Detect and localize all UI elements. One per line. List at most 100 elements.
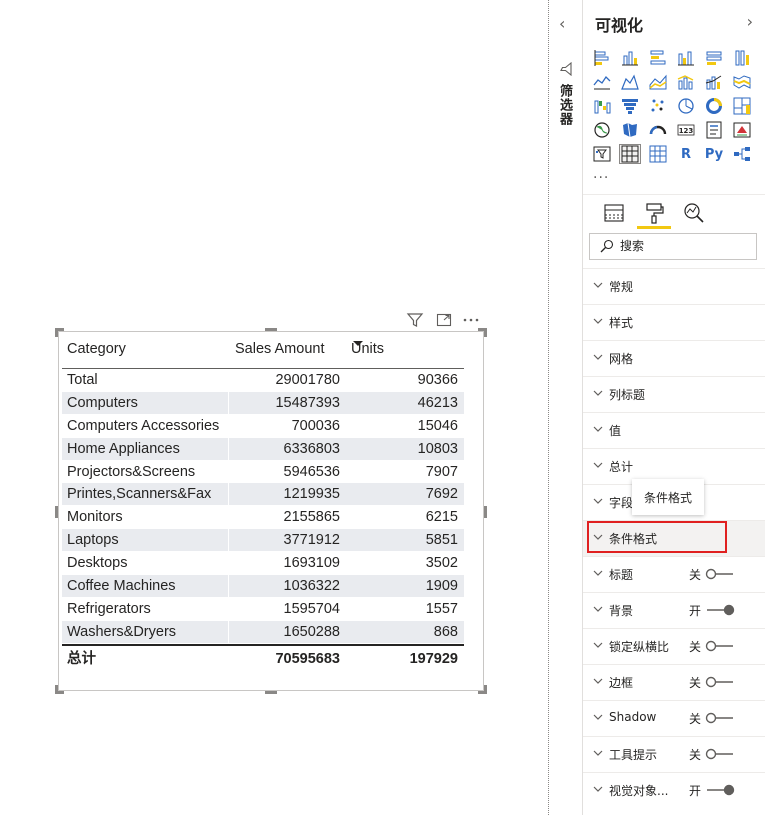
decomposition-tree-icon[interactable] xyxy=(731,144,753,164)
format-section[interactable]: 背景 开 xyxy=(583,592,765,628)
filter-icon[interactable] xyxy=(406,311,424,329)
search-input[interactable] xyxy=(620,237,750,255)
cell-sales-amount: 6336803 xyxy=(283,440,340,457)
table-row[interactable]: Computers Accessories 700036 15046 xyxy=(62,414,464,438)
funnel-chart-icon[interactable] xyxy=(619,96,641,116)
toggle-switch[interactable] xyxy=(705,782,735,798)
map-icon[interactable] xyxy=(591,120,613,140)
ribbon-chart-icon[interactable] xyxy=(731,72,753,92)
card-icon[interactable]: 123 xyxy=(675,120,697,140)
100-stacked-bar-chart-icon[interactable] xyxy=(703,48,725,68)
stacked-bar-chart-icon[interactable] xyxy=(591,48,613,68)
gauge-icon[interactable] xyxy=(647,120,669,140)
format-section[interactable]: 样式 xyxy=(583,304,765,340)
resize-handle[interactable] xyxy=(265,328,277,331)
table-row[interactable]: Printes,Scanners&Fax 1219935 7692 xyxy=(62,483,464,507)
line-chart-icon[interactable] xyxy=(591,72,613,92)
clustered-bar-chart-icon[interactable] xyxy=(647,48,669,68)
format-section[interactable]: 常规 xyxy=(583,268,765,304)
more-options-icon[interactable] xyxy=(462,311,480,329)
100-stacked-column-chart-icon[interactable] xyxy=(731,48,753,68)
table-row[interactable]: Coffee Machines 1036322 1909 xyxy=(62,575,464,598)
table-row[interactable]: Monitors 2155865 6215 xyxy=(62,506,464,530)
toggle-switch[interactable] xyxy=(705,566,735,582)
analytics-tab[interactable] xyxy=(681,201,707,225)
toggle-state-label: 关 xyxy=(689,568,702,582)
python-visual-icon[interactable]: Py xyxy=(703,144,725,164)
section-label: 列标题 xyxy=(609,388,646,402)
search-box[interactable] xyxy=(589,233,757,260)
format-section[interactable]: 工具提示 关 xyxy=(583,736,765,772)
resize-handle[interactable] xyxy=(265,691,277,694)
matrix-icon[interactable] xyxy=(647,144,669,164)
donut-chart-icon[interactable] xyxy=(703,96,725,116)
table-row[interactable]: Washers&Dryers 1650288 868 xyxy=(62,620,464,644)
section-label: 视觉对象... xyxy=(609,784,669,798)
cell-sales-amount: 5946536 xyxy=(283,463,340,480)
format-section[interactable]: 边框 关 xyxy=(583,664,765,700)
section-label: Shadow xyxy=(609,710,657,724)
resize-handle[interactable] xyxy=(55,506,58,518)
table-row[interactable]: Projectors&Screens 5946536 7907 xyxy=(62,460,464,484)
focus-mode-icon[interactable] xyxy=(435,311,453,329)
toggle-switch[interactable] xyxy=(705,746,735,762)
waterfall-chart-icon[interactable] xyxy=(591,96,613,116)
format-tab[interactable] xyxy=(637,201,671,229)
format-section[interactable]: 视觉对象... 开 xyxy=(583,772,765,808)
section-label: 常规 xyxy=(609,280,634,294)
filter-pane-collapsed[interactable]: ‹ 筛选器 xyxy=(549,0,582,815)
table-row[interactable]: Refrigerators 1595704 1557 xyxy=(62,597,464,621)
format-section[interactable]: Shadow 关 xyxy=(583,700,765,736)
table-row[interactable]: Laptops 3771912 5851 xyxy=(62,529,464,553)
toggle-switch[interactable] xyxy=(705,602,735,618)
fields-icon xyxy=(604,204,624,222)
toggle-switch[interactable] xyxy=(705,638,735,654)
section-label: 锁定纵横比 xyxy=(609,640,670,654)
table-row[interactable]: Computers 15487393 46213 xyxy=(62,391,464,415)
slicer-icon[interactable] xyxy=(591,144,613,164)
r-script-visual-icon[interactable]: R xyxy=(675,144,697,164)
chevron-left-icon[interactable]: ‹ xyxy=(559,14,565,33)
filled-map-icon[interactable] xyxy=(619,120,641,140)
resize-handle[interactable] xyxy=(55,328,58,337)
clustered-column-chart-icon[interactable] xyxy=(675,48,697,68)
pie-chart-icon[interactable] xyxy=(675,96,697,116)
filter-pane-label[interactable]: 筛选器 xyxy=(557,84,574,126)
section-label: 网格 xyxy=(609,352,634,366)
more-visuals-icon[interactable]: ··· xyxy=(593,170,609,186)
fields-tab[interactable] xyxy=(601,201,627,225)
line-clustered-column-chart-icon[interactable] xyxy=(675,72,697,92)
kpi-icon[interactable] xyxy=(731,120,753,140)
treemap-icon[interactable] xyxy=(731,96,753,116)
cell-category: Computers Accessories xyxy=(67,417,220,434)
line-stacked-column-chart-icon[interactable] xyxy=(703,72,725,92)
format-section[interactable]: 网格 xyxy=(583,340,765,376)
cell-units: 3502 xyxy=(425,555,458,572)
toggle-switch[interactable] xyxy=(705,674,735,690)
area-chart-icon[interactable] xyxy=(619,72,641,92)
resize-handle[interactable] xyxy=(484,328,487,337)
table-icon[interactable] xyxy=(619,144,641,164)
format-section[interactable]: 锁定纵横比 关 xyxy=(583,628,765,664)
format-section[interactable]: 列标题 xyxy=(583,376,765,412)
resize-handle[interactable] xyxy=(484,685,487,694)
cell-sales-amount: 1650288 xyxy=(283,623,340,640)
format-section[interactable]: 标题 关 xyxy=(583,556,765,592)
format-section[interactable]: 值 xyxy=(583,412,765,448)
stacked-area-chart-icon[interactable] xyxy=(647,72,669,92)
column-header-category[interactable]: Category xyxy=(67,341,126,357)
cell-category: Monitors xyxy=(67,509,123,526)
scatter-chart-icon[interactable] xyxy=(647,96,669,116)
cell-category: Laptops xyxy=(67,532,119,549)
table-row[interactable]: Home Appliances 6336803 10803 xyxy=(62,437,464,461)
resize-handle[interactable] xyxy=(55,685,58,694)
toggle-state-label: 关 xyxy=(689,640,702,654)
table-row[interactable]: Total 29001780 90366 xyxy=(62,369,464,392)
resize-handle[interactable] xyxy=(484,506,487,518)
chevron-right-icon[interactable]: › xyxy=(747,12,753,31)
toggle-switch[interactable] xyxy=(705,710,735,726)
table-row[interactable]: Desktops 1693109 3502 xyxy=(62,552,464,576)
multi-row-card-icon[interactable] xyxy=(703,120,725,140)
stacked-column-chart-icon[interactable] xyxy=(619,48,641,68)
column-header-sales-amount[interactable]: Sales Amount xyxy=(235,341,324,357)
